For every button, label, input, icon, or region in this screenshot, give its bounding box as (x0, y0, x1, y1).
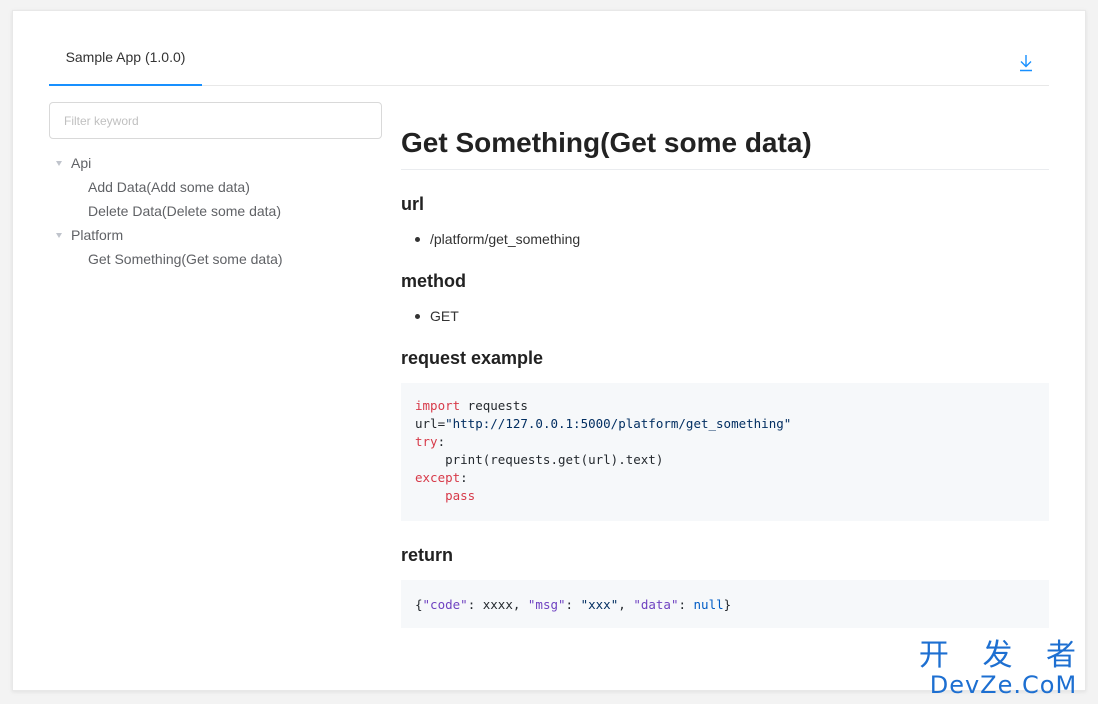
caret-down-icon[interactable] (56, 233, 62, 238)
code-line: print(requests.get(url).text) (415, 452, 664, 467)
filter-keyword-input[interactable] (49, 102, 382, 139)
code-token: : xxxx, (467, 597, 528, 612)
download-icon[interactable] (1017, 53, 1035, 73)
page-title: Get Something(Get some data) (401, 107, 1049, 170)
code-token: : (460, 470, 468, 485)
request-code-block: import requests url="http://127.0.0.1:50… (401, 383, 1049, 521)
watermark-cn: 开 发 者 (918, 638, 1088, 673)
main-card: Sample App (1.0.0) Api Add Data(Add some… (12, 10, 1086, 691)
code-token: url= (415, 416, 446, 431)
tree-group-platform[interactable]: Platform (49, 223, 382, 247)
code-token: "code" (422, 597, 468, 612)
code-token: import (415, 398, 461, 413)
code-line: except: (415, 469, 1035, 487)
code-token: "xxx" (580, 597, 619, 612)
sidebar: Api Add Data(Add some data) Delete Data(… (49, 102, 382, 271)
code-token: { (415, 597, 423, 612)
tree-item-add-data[interactable]: Add Data(Add some data) (49, 175, 382, 199)
method-value: GET (415, 308, 1049, 324)
watermark: 开 发 者 DevZe.CoM (918, 638, 1088, 699)
tree-item-get-something[interactable]: Get Something(Get some data) (49, 247, 382, 271)
tab-bar: Sample App (1.0.0) (49, 39, 1049, 86)
code-token: null (693, 597, 724, 612)
return-code-block: {"code": xxxx, "msg": "xxx", "data": nul… (401, 580, 1049, 628)
caret-down-icon[interactable] (56, 161, 62, 166)
code-token: , (618, 597, 634, 612)
code-token: except (415, 470, 461, 485)
code-line: url="http://127.0.0.1:5000/platform/get_… (415, 415, 1035, 433)
method-heading: method (401, 271, 466, 291)
code-token: try (415, 434, 438, 449)
api-tree: Api Add Data(Add some data) Delete Data(… (49, 151, 382, 271)
code-line: try: (415, 433, 1035, 451)
request-example-heading: request example (401, 348, 544, 368)
code-token: requests (460, 398, 528, 413)
tree-item-delete-data[interactable]: Delete Data(Delete some data) (49, 199, 382, 223)
tree-group-label: Api (71, 155, 92, 171)
return-heading: return (401, 545, 454, 565)
code-line: pass (415, 488, 476, 503)
code-line: {"code": xxxx, "msg": "xxx", "data": nul… (415, 594, 1035, 616)
watermark-en: DevZe.CoM (929, 671, 1078, 699)
code-line: import requests (415, 397, 1035, 415)
tree-group-api[interactable]: Api (49, 151, 382, 175)
code-token: "msg" (527, 597, 566, 612)
url-value: /platform/get_something (415, 231, 1049, 247)
tree-group-label: Platform (71, 227, 124, 243)
code-token: : (678, 597, 694, 612)
url-heading: url (401, 194, 425, 214)
code-token: "data" (633, 597, 679, 612)
code-token: "http://127.0.0.1:5000/platform/get_some… (445, 416, 792, 431)
doc-content: Get Something(Get some data) url /platfo… (401, 107, 1049, 628)
code-token: : (565, 597, 581, 612)
tab-sample-app[interactable]: Sample App (1.0.0) (49, 39, 202, 86)
code-token: : (437, 434, 446, 449)
code-token: } (723, 597, 732, 612)
